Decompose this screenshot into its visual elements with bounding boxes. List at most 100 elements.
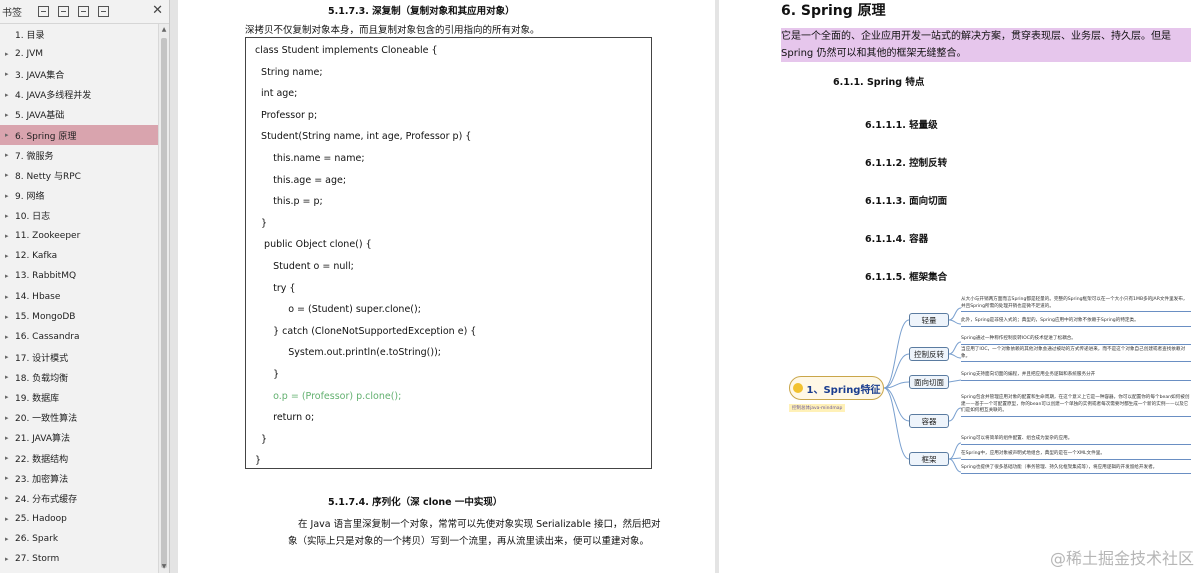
sidebar-item[interactable]: ▸ 15. MongoDB	[0, 307, 158, 327]
bookmark-options-icon[interactable]	[98, 6, 109, 17]
expand-all-icon[interactable]	[38, 6, 49, 17]
code-line: }	[255, 369, 280, 380]
expand-arrow-icon[interactable]: ▸	[5, 171, 15, 179]
sidebar-item[interactable]: ▸ 23. 加密算法	[0, 468, 158, 488]
sidebar-item[interactable]: 1. 目录	[0, 24, 158, 44]
sidebar-item[interactable]: ▸ 3. JAVA集合	[0, 64, 158, 84]
sidebar-item[interactable]: ▸ 10. 日志	[0, 206, 158, 226]
expand-arrow-icon[interactable]: ▸	[5, 293, 15, 301]
sidebar-item-label: 11. Zookeeper	[15, 230, 81, 241]
expand-arrow-icon[interactable]: ▸	[5, 434, 15, 442]
expand-arrow-icon[interactable]: ▸	[5, 272, 15, 280]
expand-arrow-icon[interactable]: ▸	[5, 192, 15, 200]
code-line: Student(String name, int age, Professor …	[255, 131, 472, 143]
sidebar-item[interactable]: ▸ 18. 负载均衡	[0, 367, 158, 387]
sidebar-item[interactable]: ▸ 16. Cassandra	[0, 327, 158, 347]
bookmarks-header: 书签 ✕	[0, 0, 169, 24]
sidebar-item[interactable]: ▸ 5. JAVA基础	[0, 105, 158, 125]
sidebar-item-label: 8. Netty 与RPC	[15, 171, 81, 182]
sidebar-item[interactable]: ▸ 26. Spark	[0, 529, 158, 549]
pdf-page-right: 6. Spring 原理 它是一个全面的、企业应用开发一站式的解决方案，贯穿表现…	[719, 0, 1200, 573]
code-line: } catch (CloneNotSupportedException e) {	[255, 325, 477, 337]
sidebar-item[interactable]: ▸ 17. 设计模式	[0, 347, 158, 367]
expand-arrow-icon[interactable]: ▸	[5, 131, 15, 139]
sidebar-item-label: 20. 一致性算法	[15, 414, 78, 425]
expand-arrow-icon[interactable]: ▸	[5, 232, 15, 240]
sidebar-item-label: 1. 目录	[15, 30, 45, 41]
expand-arrow-icon[interactable]: ▸	[5, 212, 15, 220]
expand-arrow-icon[interactable]: ▸	[5, 70, 15, 78]
code-line: return o;	[255, 412, 315, 424]
sidebar-item[interactable]: ▸ 11. Zookeeper	[0, 226, 158, 246]
sidebar-item[interactable]: ▸ 19. 数据库	[0, 387, 158, 407]
code-line: int age;	[255, 88, 298, 100]
expand-arrow-icon[interactable]: ▸	[5, 111, 15, 119]
expand-arrow-icon[interactable]: ▸	[5, 151, 15, 159]
collapse-all-icon[interactable]	[58, 6, 69, 17]
mindmap-leaf: Spring包含并管理应用对象的配置和生命周期，在这个意义上它是一种容器，你可以…	[961, 395, 1191, 417]
expand-arrow-icon[interactable]: ▸	[5, 373, 15, 381]
expand-arrow-icon[interactable]: ▸	[5, 333, 15, 341]
code-block: class Student implements Cloneable { Str…	[245, 37, 652, 469]
sidebar-item[interactable]: ▸ 24. 分布式缓存	[0, 488, 158, 508]
mindmap-branch-ioc: 控制反转	[909, 347, 949, 361]
bookmarks-panel: 书签 ✕ 1. 目录 ▸ 2. JVM ▸ 3. JAVA集合 ▸ 4. JAVA多线程并发…	[0, 0, 170, 573]
expand-arrow-icon[interactable]: ▸	[5, 454, 15, 462]
sidebar-item[interactable]: ▸ 2. JVM	[0, 44, 158, 64]
sidebar-item-label: 27. Storm	[15, 553, 60, 564]
expand-arrow-icon[interactable]: ▸	[5, 393, 15, 401]
sidebar-item-label: 19. 数据库	[15, 393, 60, 404]
sidebar-item-label: 18. 负载均衡	[15, 373, 69, 384]
bookmark-list: 1. 目录 ▸ 2. JVM ▸ 3. JAVA集合 ▸ 4. JAVA多线程并发 ▸ 5. J…	[0, 24, 158, 573]
expand-arrow-icon[interactable]: ▸	[5, 91, 15, 99]
mindmap-spring-features: 1、Spring特征 控制总体java-mindmap 轻量 从大小与开销两方面…	[781, 288, 1191, 482]
expand-arrow-icon[interactable]: ▸	[5, 535, 15, 543]
sidebar-item[interactable]: ▸ 7. 微服务	[0, 145, 158, 165]
sidebar-item[interactable]: ▸ 9. 网络	[0, 186, 158, 206]
sidebar-item[interactable]: ▸ 12. Kafka	[0, 246, 158, 266]
sidebar-item-label: 14. Hbase	[15, 291, 61, 302]
expand-arrow-icon[interactable]: ▸	[5, 353, 15, 361]
smiley-icon	[792, 383, 803, 393]
sidebar-item[interactable]: ▸ 21. JAVA算法	[0, 428, 158, 448]
close-icon[interactable]: ✕	[152, 3, 163, 18]
expand-arrow-icon[interactable]: ▸	[5, 494, 15, 502]
code-line: System.out.println(e.toString());	[255, 347, 442, 359]
expand-arrow-icon[interactable]: ▸	[5, 515, 15, 523]
sidebar-item[interactable]: ▸ 13. RabbitMQ	[0, 266, 158, 286]
sidebar-item-label: 3. JAVA集合	[15, 70, 65, 81]
bookmark-scrollbar[interactable]: ▲ ▼	[158, 24, 169, 573]
code-line: try {	[255, 282, 296, 294]
highlighted-paragraph[interactable]: 它是一个全面的、企业应用开发一站式的解决方案，贯穿表现层、业务层、持久层。但是 …	[781, 28, 1191, 62]
heading-ioc: 6.1.1.2. 控制反转	[865, 158, 948, 169]
sidebar-item-label: 12. Kafka	[15, 251, 58, 262]
code-line: o = (Student) super.clone();	[255, 304, 421, 316]
scroll-down-icon[interactable]: ▼	[159, 562, 169, 572]
sidebar-item-label: 26. Spark	[15, 533, 59, 544]
sidebar-item[interactable]: ▸ 14. Hbase	[0, 286, 158, 306]
sidebar-item-label: 24. 分布式缓存	[15, 494, 78, 505]
bookmark-add-icon[interactable]	[78, 6, 89, 17]
scroll-thumb[interactable]	[161, 38, 167, 568]
mindmap-branch-container: 容器	[909, 414, 949, 428]
code-line: }	[255, 217, 268, 229]
sidebar-item-label: 21. JAVA算法	[15, 434, 70, 445]
expand-arrow-icon[interactable]: ▸	[5, 414, 15, 422]
heading-spring-features: 6.1.1. Spring 特点	[833, 77, 925, 88]
sidebar-item[interactable]: ▸ 4. JAVA多线程并发	[0, 85, 158, 105]
mindmap-root-node: 1、Spring特征	[789, 376, 884, 400]
expand-arrow-icon[interactable]: ▸	[5, 474, 15, 482]
sidebar-item[interactable]: ▸ 8. Netty 与RPC	[0, 165, 158, 185]
sidebar-item[interactable]: ▸ 22. 数据结构	[0, 448, 158, 468]
expand-arrow-icon[interactable]: ▸	[5, 50, 15, 58]
sidebar-item[interactable]: ▸ 25. Hadoop	[0, 509, 158, 529]
expand-arrow-icon[interactable]: ▸	[5, 555, 15, 563]
sidebar-item-label: 5. JAVA基础	[15, 111, 65, 122]
expand-arrow-icon[interactable]: ▸	[5, 313, 15, 321]
sidebar-item[interactable]: ▸ 20. 一致性算法	[0, 408, 158, 428]
section-heading-deep-copy: 5.1.7.3. 深复制（复制对象和其应用对象）	[328, 6, 515, 17]
expand-arrow-icon[interactable]: ▸	[5, 252, 15, 260]
scroll-up-icon[interactable]: ▲	[159, 25, 169, 35]
sidebar-item[interactable]: ▸ 27. Storm	[0, 549, 158, 569]
sidebar-item[interactable]: ▸ 6. Spring 原理	[0, 124, 158, 146]
